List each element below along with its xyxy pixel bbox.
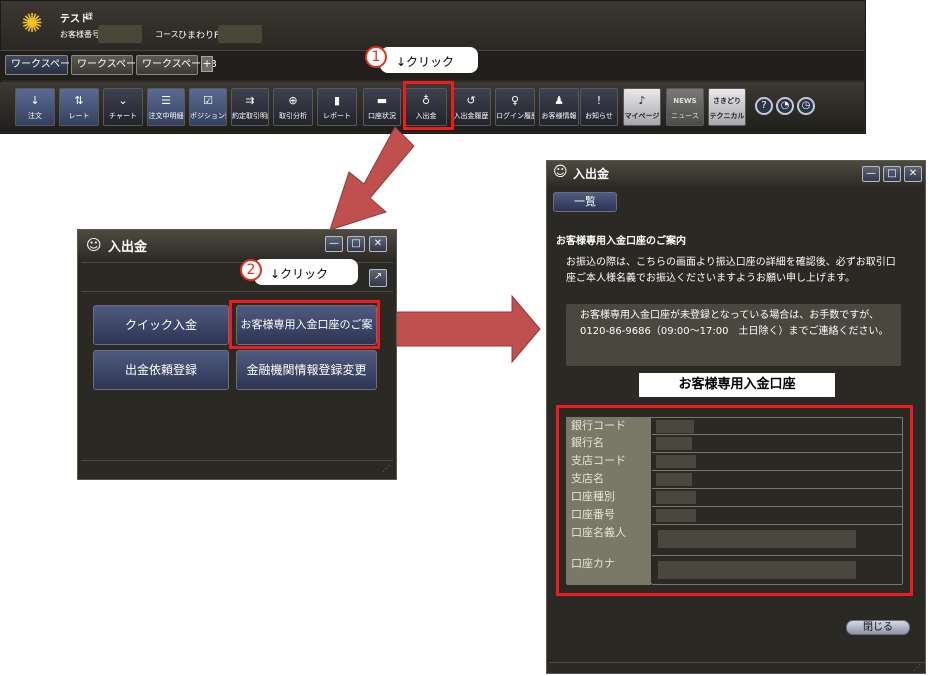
resize-grip-icon[interactable]: ⋰ bbox=[913, 663, 921, 672]
bank-register-button[interactable]: 金融機関情報登録変更 bbox=[236, 350, 377, 390]
unregistered-info-box: お客様専用入金口座が未登録となっている場合は、お手数ですが、0120-86-96… bbox=[566, 304, 901, 366]
arrow-right bbox=[384, 294, 541, 364]
step2-callout: ↓クリック bbox=[254, 259, 358, 285]
step2-text: ↓クリック bbox=[270, 267, 329, 281]
close-icon[interactable]: ✕ bbox=[369, 236, 387, 252]
minimize-icon[interactable]: — bbox=[862, 166, 880, 182]
close-icon[interactable]: ✕ bbox=[904, 166, 922, 182]
withdraw-request-button[interactable]: 出金依頼登録 bbox=[93, 350, 229, 390]
popout-icon[interactable]: ↗ bbox=[369, 269, 387, 287]
account-section-title: お客様専用入金口座 bbox=[639, 373, 835, 397]
highlight-dedicated-account-button bbox=[229, 300, 380, 349]
close-button[interactable]: 閉じる bbox=[846, 620, 910, 635]
maximize-icon[interactable]: □ bbox=[883, 166, 901, 182]
resize-grip-icon[interactable]: ⋰ bbox=[382, 464, 390, 473]
money-bag-icon: ☺ bbox=[86, 236, 102, 254]
account-heading: お客様専用入金口座のご案内 bbox=[556, 236, 686, 247]
list-button[interactable]: 一覧 bbox=[553, 192, 617, 212]
account-window-title: 入出金 bbox=[573, 167, 610, 181]
info-box-text: お客様専用入金口座が未登録となっている場合は、お手数ですが、0120-86-96… bbox=[580, 310, 889, 337]
highlight-account-table bbox=[556, 405, 913, 596]
maximize-icon[interactable]: □ bbox=[347, 236, 365, 252]
status-divider bbox=[549, 662, 925, 663]
quick-deposit-button[interactable]: クイック入金 bbox=[93, 305, 229, 345]
arrow-down-left bbox=[329, 126, 415, 231]
deposit-window-title: 入出金 bbox=[108, 240, 148, 255]
money-bag-icon: ☺ bbox=[553, 164, 568, 180]
minimize-icon[interactable]: — bbox=[325, 236, 343, 252]
transfer-notice: お振込の際は、こちらの画面より振込口座の詳細を確認後、必ずお取引口座ご本人様名義… bbox=[566, 257, 896, 284]
status-divider bbox=[81, 460, 393, 461]
step2-number: 2 bbox=[240, 259, 262, 281]
